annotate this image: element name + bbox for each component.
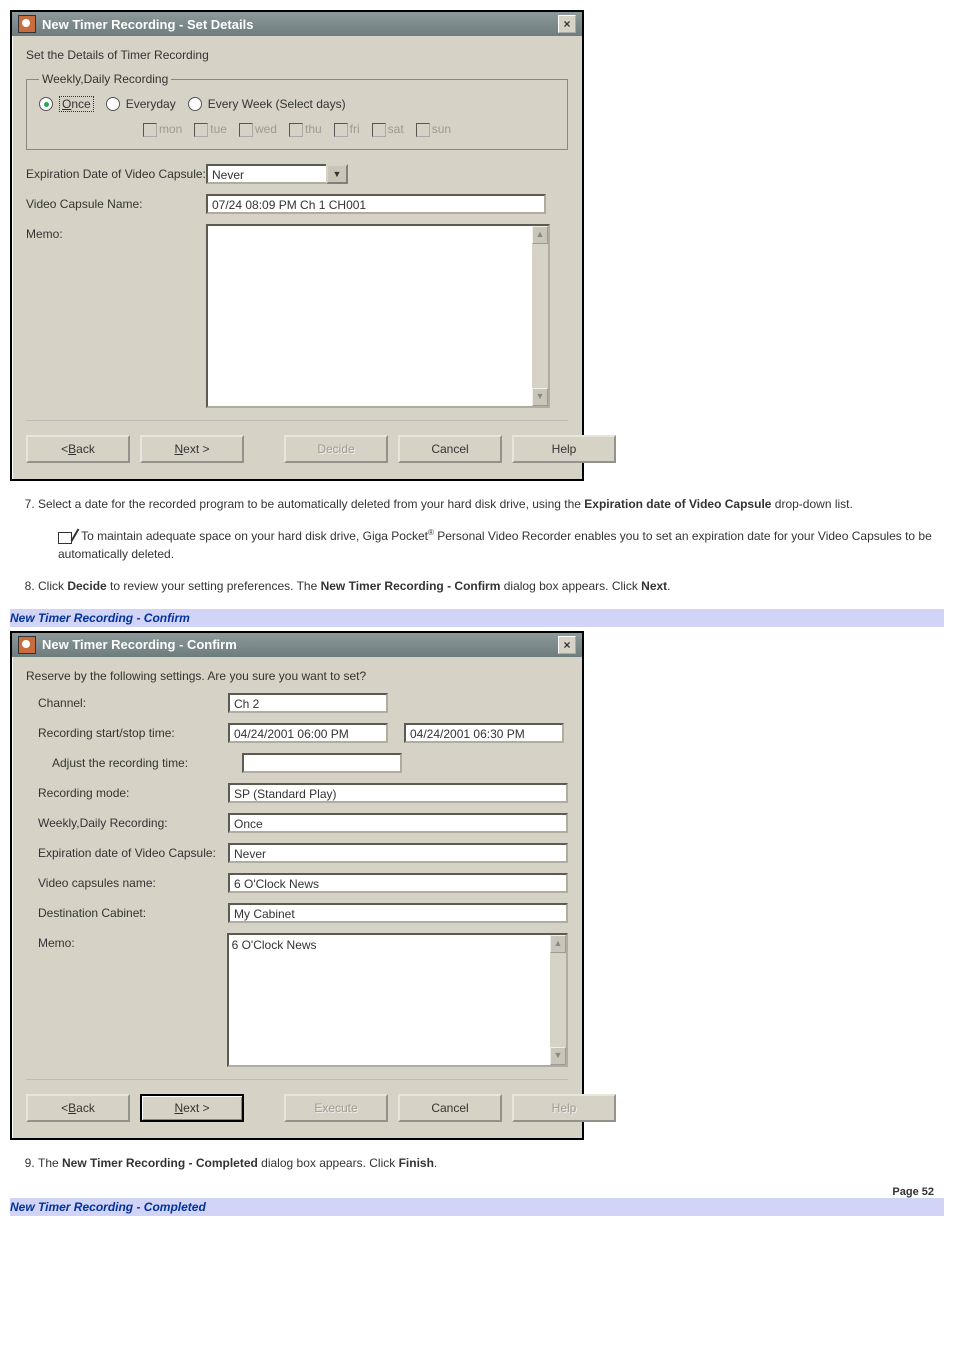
scroll-up-icon[interactable]: ▲ (550, 935, 566, 953)
radio-once-label: Once (59, 96, 94, 112)
expiry-value[interactable]: Never (206, 164, 326, 184)
radio-once[interactable] (39, 97, 53, 111)
next-button[interactable]: Next > (140, 435, 244, 463)
memo-scrollbar[interactable]: ▲ ▼ (550, 935, 566, 1065)
chk-sat (372, 123, 386, 137)
scroll-up-icon[interactable]: ▲ (532, 226, 548, 244)
cancel-button[interactable]: Cancel (398, 1094, 502, 1122)
memo-scrollbar[interactable]: ▲ ▼ (532, 226, 548, 406)
figure-caption-completed: New Timer Recording - Completed (10, 1198, 944, 1216)
titlebar: New Timer Recording - Confirm × (12, 633, 582, 657)
stop-value: 04/24/2001 06:30 PM (404, 723, 564, 743)
step-8: Click Decide to review your setting pref… (38, 577, 944, 595)
figure-caption-confirm: New Timer Recording - Confirm (10, 609, 944, 627)
weekly-daily-group: Weekly,Daily Recording Once Everyday Eve… (26, 72, 568, 150)
expiry-label: Expiration Date of Video Capsule: (26, 164, 206, 181)
chevron-down-icon[interactable]: ▼ (326, 164, 348, 184)
page-number: Page 52 (10, 1186, 934, 1198)
scroll-down-icon[interactable]: ▼ (532, 388, 548, 406)
scroll-down-icon[interactable]: ▼ (550, 1047, 566, 1065)
capsule-name-input[interactable]: 07/24 08:09 PM Ch 1 CH001 (206, 194, 546, 214)
next-button[interactable]: Next > (140, 1094, 244, 1122)
memo-label: Memo: (26, 933, 227, 950)
confirm-subtitle: Reserve by the following settings. Are y… (26, 669, 568, 683)
set-details-dialog: New Timer Recording - Set Details × Set … (10, 10, 584, 481)
decide-button: Decide (284, 435, 388, 463)
adjust-label: Adjust the recording time: (26, 753, 242, 770)
chk-fri (334, 123, 348, 137)
memo-label: Memo: (26, 224, 206, 241)
chk-sun (416, 123, 430, 137)
expiry-dropdown[interactable]: Never ▼ (206, 164, 348, 184)
back-button[interactable]: < Back (26, 435, 130, 463)
radio-selectdays[interactable] (188, 97, 202, 111)
channel-value: Ch 2 (228, 693, 388, 713)
note: To maintain adequate space on your hard … (58, 527, 944, 563)
back-button[interactable]: < Back (26, 1094, 130, 1122)
chk-wed (239, 123, 253, 137)
radio-everyday-label: Everyday (126, 97, 176, 111)
confirm-dialog: New Timer Recording - Confirm × Reserve … (10, 631, 584, 1140)
expiry-label: Expiration date of Video Capsule: (26, 843, 228, 860)
capsule-name-label: Video Capsule Name: (26, 194, 206, 211)
capsules-label: Video capsules name: (26, 873, 228, 890)
cabinet-label: Destination Cabinet: (26, 903, 228, 920)
radio-everyday[interactable] (106, 97, 120, 111)
cancel-button[interactable]: Cancel (398, 435, 502, 463)
dialog-title: New Timer Recording - Set Details (42, 17, 253, 32)
step-7: Select a date for the recorded program t… (38, 495, 944, 563)
section-label: Set the Details of Timer Recording (26, 48, 568, 62)
expiry-value: Never (228, 843, 568, 863)
chk-tue (194, 123, 208, 137)
dialog-title: New Timer Recording - Confirm (42, 637, 237, 652)
execute-button: Execute (284, 1094, 388, 1122)
mode-label: Recording mode: (26, 783, 228, 800)
memo-textarea[interactable]: ▲ ▼ (206, 224, 550, 408)
cabinet-value: My Cabinet (228, 903, 568, 923)
help-button[interactable]: Help (512, 435, 616, 463)
weekly-legend: Weekly,Daily Recording (39, 72, 171, 86)
days-row: mon tue wed thu fri sat sun (39, 122, 555, 137)
instruction-list: Select a date for the recorded program t… (10, 495, 944, 595)
step-9: The New Timer Recording - Completed dial… (38, 1154, 944, 1172)
help-button: Help (512, 1094, 616, 1122)
channel-label: Channel: (26, 693, 228, 710)
note-icon (58, 530, 74, 544)
adjust-value[interactable] (242, 753, 402, 773)
weekly-label: Weekly,Daily Recording: (26, 813, 228, 830)
app-icon (18, 15, 36, 33)
app-icon (18, 636, 36, 654)
chk-mon (143, 123, 157, 137)
chk-thu (289, 123, 303, 137)
weekly-value: Once (228, 813, 568, 833)
memo-textarea: 6 O'Clock News ▲ ▼ (227, 933, 568, 1067)
capsules-value: 6 O'Clock News (228, 873, 568, 893)
radio-selectdays-label: Every Week (Select days) (208, 97, 346, 111)
close-icon[interactable]: × (558, 15, 576, 33)
instruction-list-2: The New Timer Recording - Completed dial… (10, 1154, 944, 1172)
titlebar: New Timer Recording - Set Details × (12, 12, 582, 36)
startstop-label: Recording start/stop time: (26, 723, 228, 740)
start-value: 04/24/2001 06:00 PM (228, 723, 388, 743)
close-icon[interactable]: × (558, 636, 576, 654)
mode-value: SP (Standard Play) (228, 783, 568, 803)
